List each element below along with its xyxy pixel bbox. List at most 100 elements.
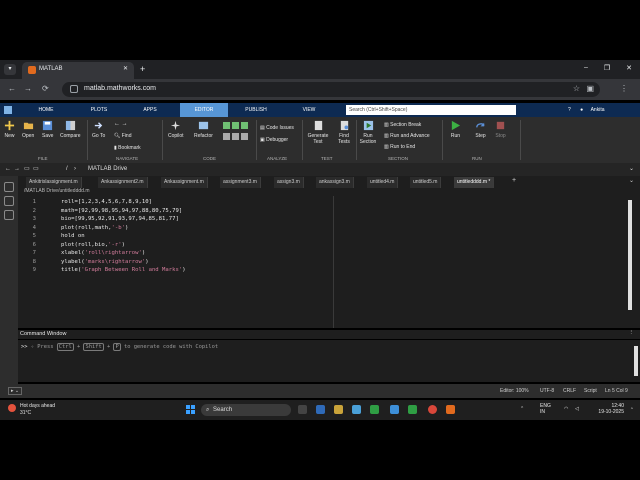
editor-tab[interactable]: assign3.m [274,177,304,188]
user-icon[interactable]: ● [580,107,583,113]
editor-tab[interactable]: assignment3.m [220,177,261,188]
code-line[interactable]: title('Graph Between Roll and Marks') [61,267,186,273]
path-dropdown-icon[interactable]: ⌄ [629,163,634,176]
editor-tab[interactable]: Ankassignment2.m [98,177,148,188]
browser-menu-icon[interactable]: ⋮ [620,84,628,93]
bookmark-button[interactable]: ▮ Bookmark [114,145,141,151]
back-folder-icon[interactable]: ← [5,163,11,176]
store-icon[interactable] [352,405,361,414]
browse-folder-icon[interactable]: ▭ [24,163,30,176]
extensions-icon[interactable]: ▣ [586,84,594,93]
forward-folder-icon[interactable]: → [14,163,20,176]
file-type[interactable]: Script [584,388,597,394]
editor-tab[interactable]: Ankassignment.m [161,177,208,188]
editor-zoom[interactable]: Editor: 100% [500,388,529,394]
nav-arrows[interactable]: ← → [114,121,128,127]
code-format-buttons[interactable] [222,121,252,143]
debugger-button[interactable]: ▣ Debugger [260,137,288,143]
weather-text[interactable]: Hot days ahead [20,403,55,409]
back-button[interactable]: ← [8,84,16,93]
history-icon[interactable] [4,210,14,220]
tab-editor[interactable]: EDITOR [180,103,228,117]
new-editor-tab-button[interactable]: + [512,177,516,184]
command-window-scrollbar[interactable] [634,346,638,376]
windows-start-icon[interactable] [186,405,195,414]
run-and-advance-button[interactable]: ▥ Run and Advance [384,133,430,139]
system-tray[interactable]: ENG IN [540,403,551,415]
matlab-icon[interactable] [446,405,455,414]
editor-tab[interactable]: ankassign3.m [316,177,354,188]
weather-icon[interactable] [8,404,16,412]
generate-test-button[interactable]: Generate Test [306,120,330,145]
run-section-button[interactable]: Run Section [358,120,378,145]
code-line[interactable]: plot(roll,math,'-b') [61,225,128,231]
taskbar-search[interactable]: ⌕ Search [201,404,291,416]
browser-tab-close-button[interactable]: ✕ [123,65,128,72]
code-line[interactable]: xlabel('roll\rightarrow') [61,250,145,256]
path-drive[interactable]: MATLAB Drive [88,163,127,176]
uncomment-icon[interactable] [223,133,230,140]
command-prompt-line[interactable]: >> ✧ Press Ctrl + Shift + P to generate … [21,343,218,351]
code-line[interactable]: plot(roll,bio,'-r') [61,242,125,248]
command-window[interactable]: >> ✧ Press Ctrl + Shift + P to generate … [18,340,640,382]
code-line[interactable]: roll=[1,2,3,4,5,6,7,8,9,10] [61,199,152,205]
forward-button[interactable]: → [24,84,32,93]
up-folder-icon[interactable]: ▭ [33,163,39,176]
refactor-button[interactable]: Refactor [194,120,213,139]
app-icon[interactable] [370,405,379,414]
section-break-button[interactable]: ▥ Section Break [384,122,421,128]
run-button[interactable]: Run [450,120,461,139]
code-line[interactable]: bio=[99,95,92,91,93,97,94,85,81,77] [61,216,179,222]
task-view-icon[interactable] [298,405,307,414]
tab-plots[interactable]: PLOTS [80,103,118,117]
window-close-button[interactable]: ✕ [626,64,632,72]
wifi-icon[interactable]: ◠ [564,406,568,412]
help-icon[interactable]: ? [568,107,571,113]
goto-button[interactable]: Go To [92,120,105,139]
notifications-icon[interactable]: ◔ [630,406,633,412]
editor-scrollbar[interactable] [628,200,632,310]
indent-icon[interactable] [232,122,239,129]
code-editor[interactable]: 1 2 3 4 5 6 7 8 9 roll=[1,2,3,4,5,6,7,8,9,10] mat… [18,196,640,328]
code-line[interactable]: math=[92,99,98,95,94,97,88,80,75,79] [61,208,182,214]
tab-publish[interactable]: PUBLISH [232,103,280,117]
chrome-icon[interactable] [428,405,437,414]
restore-button[interactable]: ❐ [604,64,610,72]
compare-button[interactable]: Compare [60,120,81,139]
tab-list-icon[interactable]: ⌄ [629,177,634,184]
editor-tab[interactable]: untitled4.m [367,177,399,188]
workspace-icon[interactable] [4,196,14,206]
wrap-icon[interactable] [241,122,248,129]
comment-icon[interactable] [223,122,230,129]
find-tests-button[interactable]: Find Tests [334,120,354,145]
site-info-icon[interactable] [70,85,78,93]
edge-icon[interactable] [316,405,325,414]
editor-tab-active[interactable]: untitledddd.m * [454,177,495,188]
file-encoding[interactable]: UTF-8 [540,388,554,394]
tab-search-button[interactable]: ▾ [4,64,16,75]
tray-chevron-icon[interactable]: ⌃ [520,406,524,412]
code-line[interactable]: ylabel('marks\rightarrow') [61,259,149,265]
open-button[interactable]: Open [22,120,34,139]
new-tab-button[interactable]: + [140,64,145,74]
code-issues-button[interactable]: ▤ Code Issues [260,125,294,131]
clock[interactable]: 12:40 19-10-2025 [594,403,624,415]
minimize-button[interactable]: – [584,64,588,72]
editor-tab[interactable]: Ankitrislassignment.m [26,177,82,188]
tab-apps[interactable]: APPS [130,103,170,117]
hamburger-icon[interactable] [4,106,12,114]
command-window-menu-icon[interactable]: ⋮ [629,330,635,336]
tab-home[interactable]: HOME [26,103,66,117]
tab-view[interactable]: VIEW [286,103,332,117]
find-button[interactable]: 🔍︎ Find [114,133,131,139]
app-icon[interactable] [408,405,417,414]
app-icon[interactable] [390,405,399,414]
save-button[interactable]: Save [42,120,53,139]
outdent-icon[interactable] [232,133,239,140]
new-button[interactable]: New [4,120,15,139]
user-name[interactable]: Ankita [591,107,605,113]
smart-indent-icon[interactable] [241,133,248,140]
bookmark-star-icon[interactable]: ☆ [573,84,580,93]
file-explorer-icon[interactable] [334,405,343,414]
editor-tab[interactable]: untitled5.m [410,177,442,188]
